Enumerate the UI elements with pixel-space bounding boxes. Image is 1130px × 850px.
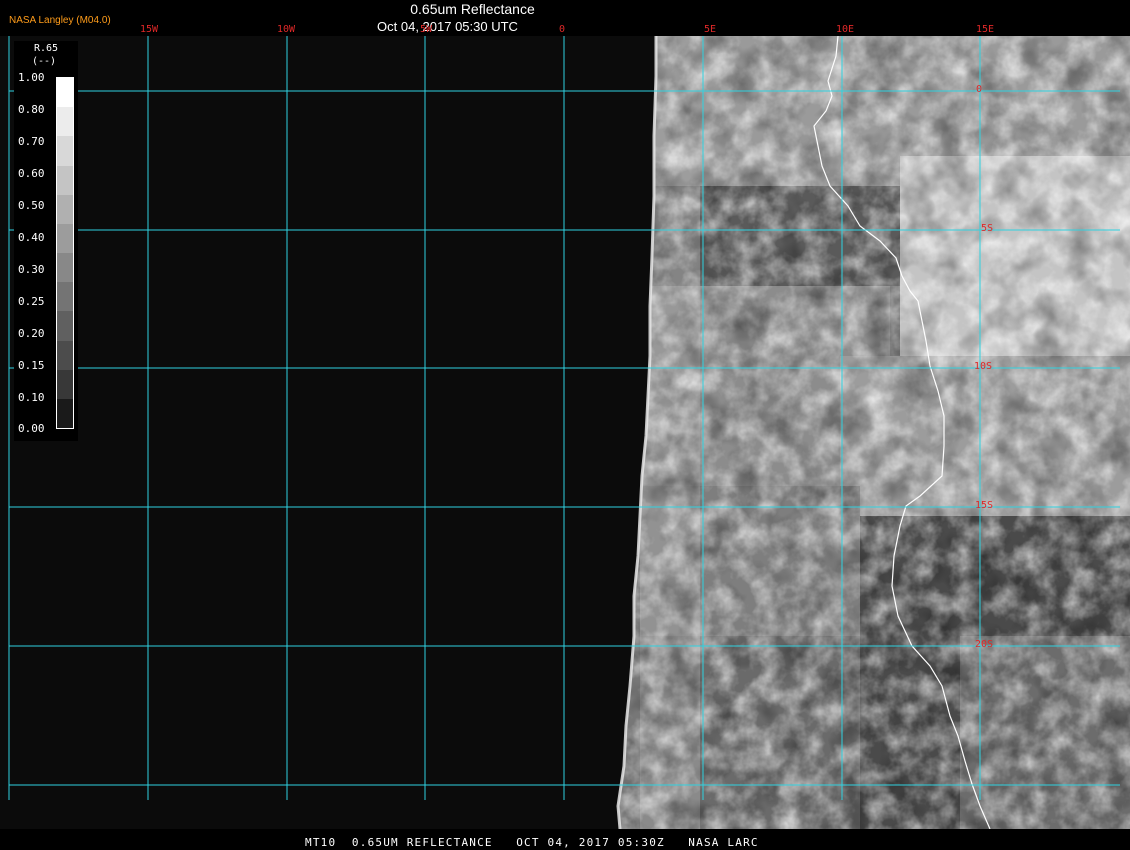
footer-caption: MT10 0.65UM REFLECTANCE OCT 04, 2017 05:… [305,836,759,849]
earth-disk [618,36,1130,829]
legend-swatch [57,78,73,108]
color-legend: R.65 (--) 1.00 0.80 0.70 0.60 0.50 0.40 0.30 0.… [14,41,78,441]
lat-label-5s: 5S [981,223,994,234]
legend-tick-label: 0.15 [18,359,45,372]
lon-label-10w: 10W [277,24,296,35]
legend-tick-label: 0.10 [18,391,45,404]
legend-tick-label: 0.80 [18,103,45,116]
legend-swatch [57,165,73,196]
lon-label-15e: 15E [976,24,995,35]
legend-tick-label: 0.00 [18,422,45,435]
legend-swatch [57,136,73,166]
image-timestamp: Oct 04, 2017 05:30 UTC [377,19,518,34]
legend-swatch [57,282,73,312]
lon-label-15w: 15W [140,24,159,35]
lon-label-10e: 10E [836,24,855,35]
lon-label-5e: 5E [704,24,717,35]
lon-label-5w: 5W [420,24,433,35]
footer-bar: MT10 0.65UM REFLECTANCE OCT 04, 2017 05:… [0,829,1130,850]
lat-label-0: 0 [976,84,983,95]
satellite-image [0,36,1130,829]
legend-units: (--) [32,56,57,67]
legend-variable: R.65 [34,43,59,54]
legend-colorbar [56,77,74,429]
legend-tick-label: 0.50 [18,199,45,212]
lat-label-20s: 20S [975,639,994,650]
legend-tick-label: 0.40 [18,231,45,244]
legend-tick-label: 0.70 [18,135,45,148]
legend-swatch [57,340,73,371]
legend-swatch [57,107,73,137]
legend-tick-label: 1.00 [18,71,45,84]
image-title: 0.65um Reflectance [410,1,535,17]
legend-tick-label: 0.30 [18,263,45,276]
lat-label-15s: 15S [975,500,994,511]
legend-swatch [57,253,73,283]
legend-swatch [57,311,73,341]
legend-tick-label: 0.60 [18,167,45,180]
lon-label-0: 0 [559,24,566,35]
legend-tick-label: 0.25 [18,295,45,308]
legend-swatch [57,398,73,429]
lat-label-10s: 10S [974,361,993,372]
legend-swatch [57,369,73,400]
legend-tick-label: 0.20 [18,327,45,340]
legend-swatch [57,194,73,225]
satellite-canvas [8,36,1130,829]
legend-swatch [57,223,73,254]
